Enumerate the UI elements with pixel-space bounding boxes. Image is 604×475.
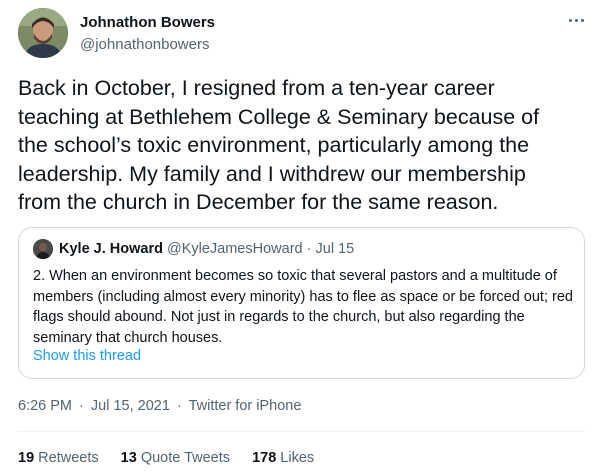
tweet-date[interactable]: Jul 15, 2021 xyxy=(91,398,170,414)
quote-header: Kyle J. Howard @KyleJamesHoward · Jul 15 xyxy=(59,241,354,257)
quote-tweets-count: 13 xyxy=(120,450,137,466)
likes-stat[interactable]: 178 Likes xyxy=(252,450,314,466)
divider xyxy=(18,431,585,432)
quote-separator: · xyxy=(306,241,312,257)
quote-author-handle: @KyleJamesHoward xyxy=(166,241,303,257)
retweets-stat[interactable]: 19 Retweets xyxy=(18,450,99,466)
tweet-meta: 6:26 PM · Jul 15, 2021 · Twitter for iPh… xyxy=(18,398,301,414)
tweet-time[interactable]: 6:26 PM xyxy=(18,398,72,414)
likes-label: Likes xyxy=(280,450,315,466)
quote-avatar xyxy=(33,239,53,259)
quote-date: Jul 15 xyxy=(315,241,355,257)
show-thread-link[interactable]: Show this thread xyxy=(33,348,141,364)
more-dots-icon[interactable] xyxy=(566,10,588,32)
quote-tweets-label: Quote Tweets xyxy=(140,450,231,466)
meta-separator: · xyxy=(176,398,182,414)
quoted-tweet[interactable]: Kyle J. Howard @KyleJamesHoward · Jul 15… xyxy=(18,227,585,379)
avatar[interactable] xyxy=(18,8,68,58)
quote-author-name: Kyle J. Howard xyxy=(59,241,163,257)
retweets-count: 19 xyxy=(18,450,35,466)
tweet-stats: 19 Retweets 13 Quote Tweets 178 Likes xyxy=(18,450,332,466)
tweet-card: Johnathon Bowers @johnathonbowers Back i… xyxy=(0,0,604,475)
author-handle[interactable]: @johnathonbowers xyxy=(80,36,209,53)
author-name[interactable]: Johnathon Bowers xyxy=(80,14,215,31)
quote-text: 2. When an environment becomes so toxic … xyxy=(33,268,573,346)
person-photo-icon xyxy=(18,8,68,58)
likes-count: 178 xyxy=(252,450,277,466)
retweets-label: Retweets xyxy=(38,450,99,466)
tweet-source[interactable]: Twitter for iPhone xyxy=(189,398,302,414)
tweet-text: Back in October, I resigned from a ten-y… xyxy=(18,76,540,214)
tweet-header: Johnathon Bowers @johnathonbowers xyxy=(18,8,588,58)
meta-separator: · xyxy=(79,398,84,414)
quote-person-icon xyxy=(33,239,53,259)
quote-tweets-stat[interactable]: 13 Quote Tweets xyxy=(121,450,230,466)
